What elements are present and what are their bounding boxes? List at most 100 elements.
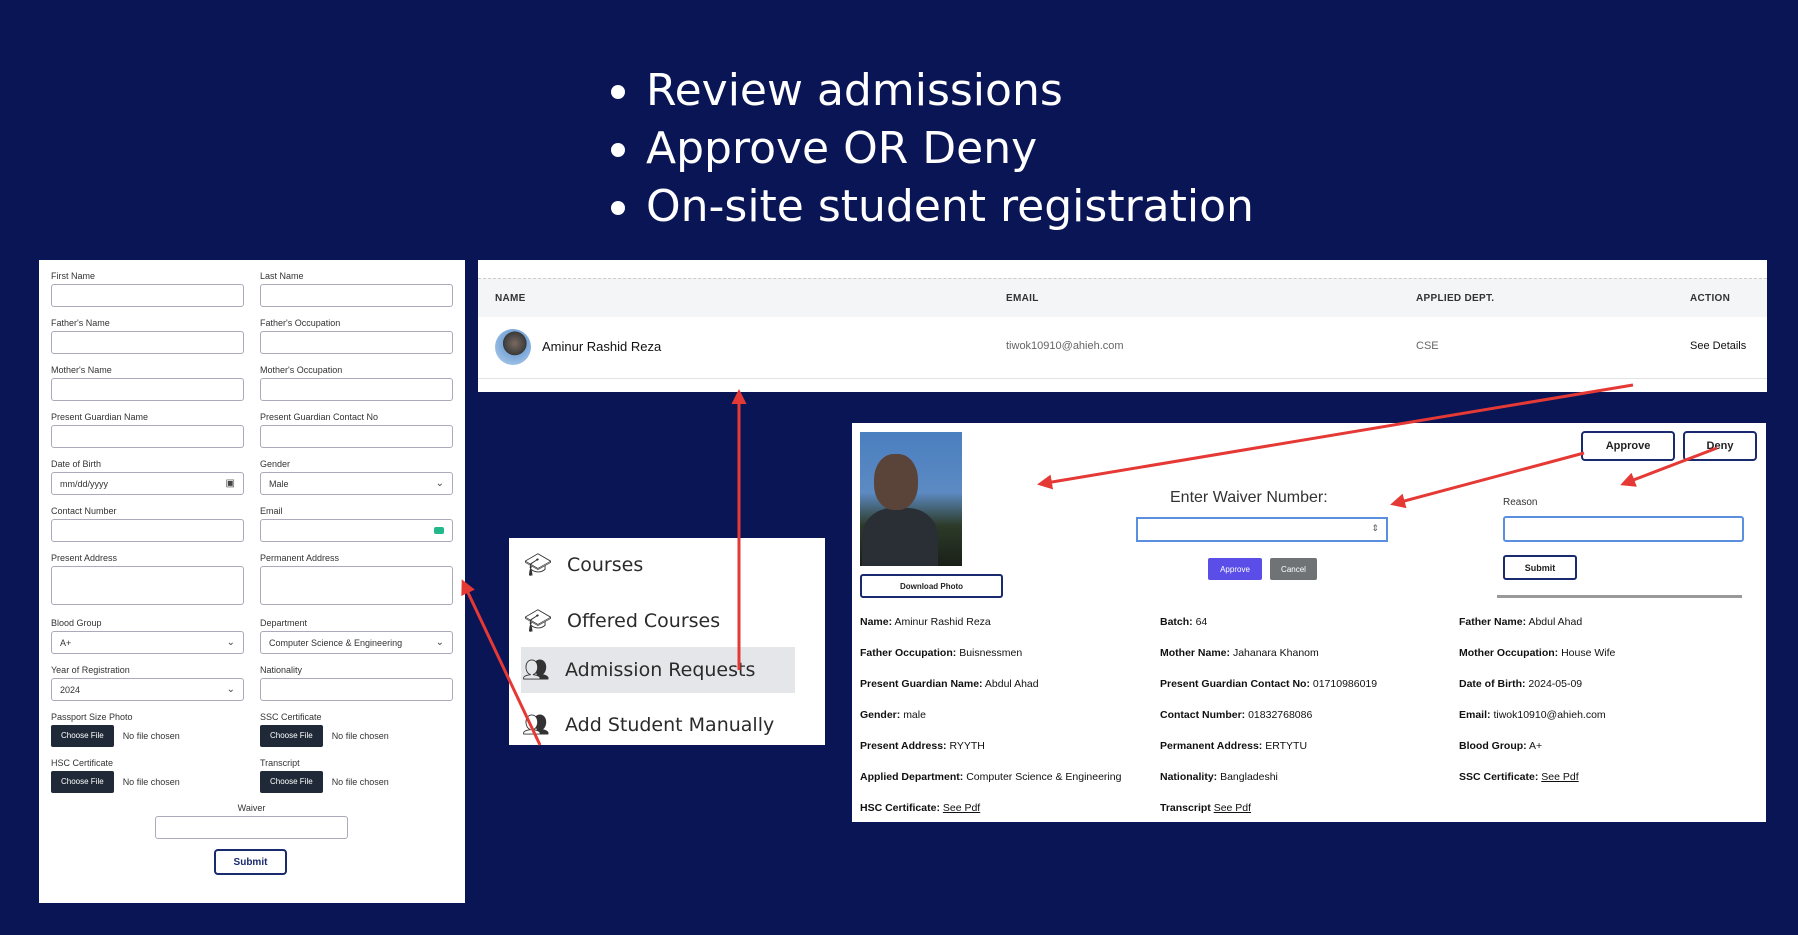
graduation-cap-icon: 🎓︎ xyxy=(524,552,552,578)
hsc-see-pdf-link[interactable]: See Pdf xyxy=(943,802,980,814)
nationality-field: Nationality xyxy=(260,665,453,701)
info-hsc: HSC Certificate: See Pdf xyxy=(860,802,981,814)
row-divider xyxy=(478,378,1767,379)
info-father-occupation: Father Occupation: Buisnessmen xyxy=(860,647,1023,659)
waiver-label: Waiver xyxy=(237,803,266,813)
reason-input[interactable] xyxy=(1503,516,1744,542)
guardian-name-input[interactable] xyxy=(51,425,244,448)
sidebar-item-label: Courses xyxy=(567,554,644,576)
autofill-icon[interactable] xyxy=(434,527,444,534)
choose-transcript-button[interactable]: Choose File xyxy=(260,771,323,793)
department-value: Computer Science & Engineering xyxy=(269,637,403,648)
sidebar-item-courses[interactable]: 🎓︎ Courses xyxy=(523,542,795,588)
year-select[interactable]: 2024 ⌄ xyxy=(51,678,244,701)
sidebar-item-admission-requests[interactable]: 👥︎ Admission Requests xyxy=(521,647,795,693)
year-field: Year of Registration 2024 ⌄ xyxy=(51,665,244,701)
first-name-field: First Name xyxy=(51,271,244,307)
blood-group-select[interactable]: A+ ⌄ xyxy=(51,631,244,654)
transcript-upload-field: Transcript Choose File No file chosen xyxy=(260,758,453,793)
reason-submit-button[interactable]: Submit xyxy=(1503,555,1577,580)
info-guardian-name: Present Guardian Name: Abdul Ahad xyxy=(860,678,1039,690)
info-nationality: Nationality: Bangladeshi xyxy=(1160,771,1278,783)
mothers-name-field: Mother's Name xyxy=(51,365,244,401)
email-input[interactable] xyxy=(260,519,453,542)
first-name-input[interactable] xyxy=(51,284,244,307)
fathers-occupation-input[interactable] xyxy=(260,331,453,354)
reason-label: Reason xyxy=(1503,497,1538,508)
approve-button[interactable]: Approve xyxy=(1581,431,1675,461)
permanent-address-field: Permanent Address xyxy=(260,553,453,605)
header-name: NAME xyxy=(495,293,526,304)
admin-sidebar: 🎓︎ Courses 🎓︎ Offered Courses 👥︎ Admission … xyxy=(509,538,825,745)
department-label: Department xyxy=(260,618,308,628)
contact-input[interactable] xyxy=(51,519,244,542)
info-contact: Contact Number: 01832768086 xyxy=(1160,709,1313,721)
hsc-file-status: No file chosen xyxy=(122,777,180,787)
table-header: NAME EMAIL APPLIED DEPT. ACTION xyxy=(478,278,1767,317)
guardian-contact-input[interactable] xyxy=(260,425,453,448)
student-registration-form: First Name Last Name Father's Name Fathe… xyxy=(39,260,465,903)
info-father-name: Father Name: Abdul Ahad xyxy=(1459,616,1583,628)
last-name-label: Last Name xyxy=(260,271,304,281)
choose-ssc-button[interactable]: Choose File xyxy=(260,725,323,747)
waiver-cancel-button[interactable]: Cancel xyxy=(1270,558,1317,580)
department-select[interactable]: Computer Science & Engineering ⌄ xyxy=(260,631,453,654)
transcript-see-pdf-link[interactable]: See Pdf xyxy=(1214,802,1251,814)
photo-label: Passport Size Photo xyxy=(51,712,133,722)
waiver-title: Enter Waiver Number: xyxy=(1170,489,1328,506)
see-details-link[interactable]: See Details xyxy=(1690,340,1746,352)
waiver-approve-button[interactable]: Approve xyxy=(1208,558,1262,580)
gender-select[interactable]: Male ⌄ xyxy=(260,472,453,495)
sidebar-item-label: Admission Requests xyxy=(565,659,756,681)
photo-file-status: No file chosen xyxy=(122,731,180,741)
info-blood-group: Blood Group: A+ xyxy=(1459,740,1543,752)
choose-hsc-button[interactable]: Choose File xyxy=(51,771,114,793)
fathers-name-label: Father's Name xyxy=(51,318,110,328)
last-name-field: Last Name xyxy=(260,271,453,307)
waiver-input[interactable] xyxy=(155,816,348,839)
ssc-see-pdf-link[interactable]: See Pdf xyxy=(1541,771,1578,783)
contact-field: Contact Number xyxy=(51,506,244,542)
info-mother-occupation: Mother Occupation: House Wife xyxy=(1459,647,1616,659)
year-value: 2024 xyxy=(60,684,81,695)
sidebar-item-add-student[interactable]: 👥︎ Add Student Manually xyxy=(521,702,793,748)
contact-label: Contact Number xyxy=(51,506,117,516)
info-mother-name: Mother Name: Jahanara Khanom xyxy=(1160,647,1319,659)
transcript-label: Transcript xyxy=(260,758,300,768)
last-name-input[interactable] xyxy=(260,284,453,307)
deny-button[interactable]: Deny xyxy=(1683,431,1757,461)
choose-photo-button[interactable]: Choose File xyxy=(51,725,114,747)
dob-field: Date of Birth mm/dd/yyyy ▣ xyxy=(51,459,244,495)
info-guardian-contact: Present Guardian Contact No: 01710986019 xyxy=(1160,678,1378,690)
users-icon: 👥︎ xyxy=(522,657,550,683)
form-submit-button[interactable]: Submit xyxy=(214,849,287,875)
permanent-address-textarea[interactable] xyxy=(260,566,453,605)
calendar-icon[interactable]: ▣ xyxy=(226,478,235,489)
nationality-label: Nationality xyxy=(260,665,303,675)
mothers-name-input[interactable] xyxy=(51,378,244,401)
info-permanent-address: Permanent Address: ERTYTU xyxy=(1160,740,1308,752)
info-batch: Batch: 64 xyxy=(1160,616,1208,628)
nationality-input[interactable] xyxy=(260,678,453,701)
sidebar-item-offered-courses[interactable]: 🎓︎ Offered Courses xyxy=(523,598,795,644)
fathers-name-input[interactable] xyxy=(51,331,244,354)
year-label: Year of Registration xyxy=(51,665,130,675)
mothers-occupation-label: Mother's Occupation xyxy=(260,365,343,375)
download-photo-button[interactable]: Download Photo xyxy=(860,574,1003,598)
photo-upload-field: Passport Size Photo Choose File No file ch… xyxy=(51,712,244,747)
avatar xyxy=(495,329,531,365)
present-address-label: Present Address xyxy=(51,553,118,563)
waiver-number-input[interactable]: ⇕ xyxy=(1136,517,1388,542)
ssc-upload-field: SSC Certificate Choose File No file chosen xyxy=(260,712,453,747)
blood-group-label: Blood Group xyxy=(51,618,102,628)
info-applied-department: Applied Department: Computer Science & E… xyxy=(860,771,1122,783)
divider xyxy=(1497,595,1742,598)
dob-input[interactable]: mm/dd/yyyy ▣ xyxy=(51,472,244,495)
stepper-icon[interactable]: ⇕ xyxy=(1371,523,1379,534)
info-present-address: Present Address: RYYTH xyxy=(860,740,985,752)
info-transcript: Transcript See Pdf xyxy=(1160,802,1252,814)
mothers-occupation-input[interactable] xyxy=(260,378,453,401)
present-address-textarea[interactable] xyxy=(51,566,244,605)
department-field: Department Computer Science & Engineering… xyxy=(260,618,453,654)
hsc-label: HSC Certificate xyxy=(51,758,114,768)
